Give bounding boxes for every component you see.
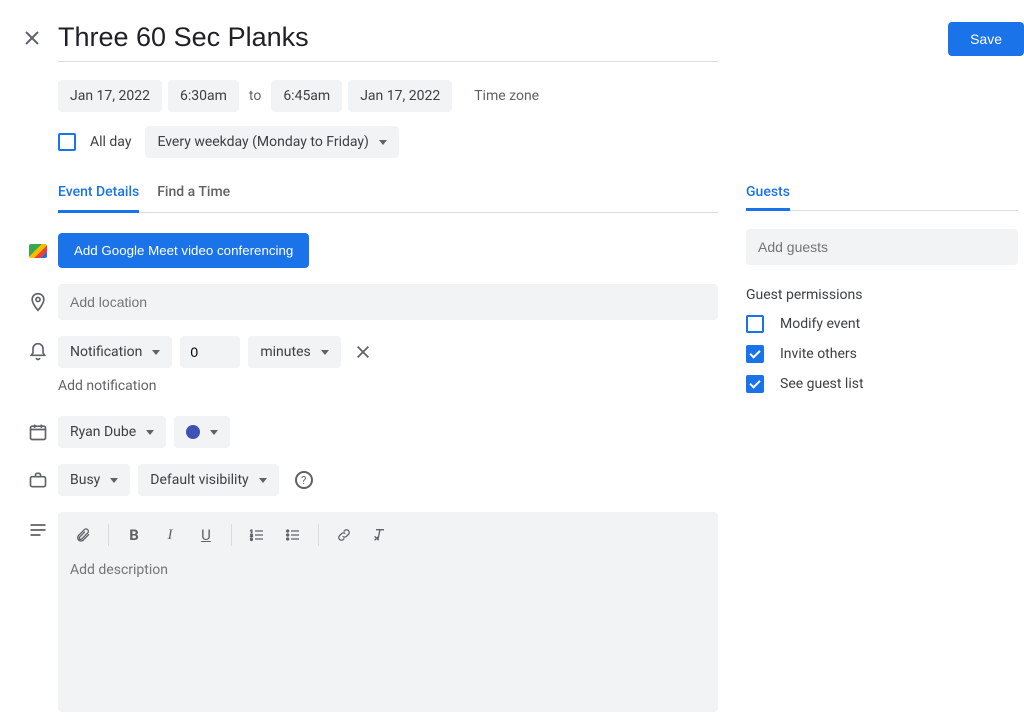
- calendar-owner-value: Ryan Dube: [70, 424, 136, 440]
- availability-dropdown[interactable]: Busy: [58, 464, 130, 496]
- chevron-down-icon: [321, 350, 329, 355]
- meet-icon: [18, 244, 58, 258]
- chevron-down-icon: [146, 430, 154, 435]
- description-textarea[interactable]: [58, 558, 718, 708]
- guest-permissions-title: Guest permissions: [746, 287, 1018, 303]
- modify-event-label: Modify event: [780, 316, 860, 332]
- end-date-value: Jan 17, 2022: [360, 88, 440, 104]
- link-button[interactable]: [327, 518, 361, 552]
- svg-text:3: 3: [250, 536, 252, 541]
- help-icon[interactable]: ?: [295, 471, 313, 489]
- description-container: B I U 123: [58, 512, 718, 712]
- see-guest-list-checkbox[interactable]: [746, 375, 764, 393]
- availability-value: Busy: [70, 472, 100, 488]
- start-date-picker[interactable]: Jan 17, 2022: [58, 80, 162, 112]
- chevron-down-icon: [152, 350, 160, 355]
- invite-others-label: Invite others: [780, 346, 857, 362]
- modify-event-checkbox[interactable]: [746, 315, 764, 333]
- title-divider: [58, 61, 718, 62]
- description-icon: [18, 520, 58, 540]
- recurrence-value: Every weekday (Monday to Friday): [157, 134, 368, 150]
- add-notification-button[interactable]: Add notification: [58, 378, 738, 394]
- location-icon: [18, 292, 58, 312]
- calendar-owner-dropdown[interactable]: Ryan Dube: [58, 416, 166, 448]
- visibility-value: Default visibility: [150, 472, 248, 488]
- clear-formatting-button[interactable]: [363, 518, 397, 552]
- tab-find-a-time[interactable]: Find a Time: [157, 184, 230, 212]
- italic-button[interactable]: I: [153, 518, 187, 552]
- event-title-input[interactable]: [58, 18, 718, 61]
- remove-notification-button[interactable]: [349, 338, 377, 366]
- numbered-list-button[interactable]: 123: [240, 518, 274, 552]
- chevron-down-icon: [110, 478, 118, 483]
- start-time-picker[interactable]: 6:30am: [168, 80, 239, 112]
- toolbar-divider: [231, 524, 232, 546]
- close-icon[interactable]: [18, 24, 46, 52]
- bold-button[interactable]: B: [117, 518, 151, 552]
- notification-type-dropdown[interactable]: Notification: [58, 336, 172, 368]
- chevron-down-icon: [379, 140, 387, 145]
- notification-unit-dropdown[interactable]: minutes: [248, 336, 340, 368]
- event-color-dropdown[interactable]: [174, 416, 230, 448]
- invite-others-checkbox[interactable]: [746, 345, 764, 363]
- end-time-picker[interactable]: 6:45am: [271, 80, 342, 112]
- toolbar-divider: [108, 524, 109, 546]
- notification-value-input[interactable]: [180, 336, 240, 368]
- chevron-down-icon: [210, 430, 218, 435]
- add-meet-button[interactable]: Add Google Meet video conferencing: [58, 233, 309, 268]
- allday-checkbox[interactable]: [58, 133, 76, 151]
- notification-unit-value: minutes: [260, 344, 310, 360]
- chevron-down-icon: [259, 478, 267, 483]
- attach-button[interactable]: [66, 518, 100, 552]
- calendar-icon: [18, 422, 58, 442]
- end-time-value: 6:45am: [283, 88, 330, 104]
- to-label: to: [245, 88, 265, 104]
- allday-label[interactable]: All day: [90, 134, 131, 150]
- underline-button[interactable]: U: [189, 518, 223, 552]
- save-button[interactable]: Save: [948, 22, 1024, 56]
- bulleted-list-button[interactable]: [276, 518, 310, 552]
- guests-header: Guests: [746, 184, 790, 211]
- color-dot-icon: [186, 425, 200, 439]
- visibility-dropdown[interactable]: Default visibility: [138, 464, 278, 496]
- tab-event-details[interactable]: Event Details: [58, 184, 139, 213]
- briefcase-icon: [18, 470, 58, 490]
- bell-icon: [18, 342, 58, 362]
- location-input[interactable]: [58, 284, 718, 320]
- end-date-picker[interactable]: Jan 17, 2022: [348, 80, 452, 112]
- see-guest-list-label: See guest list: [780, 376, 864, 392]
- start-date-value: Jan 17, 2022: [70, 88, 150, 104]
- recurrence-dropdown[interactable]: Every weekday (Monday to Friday): [145, 126, 398, 158]
- notification-type-value: Notification: [70, 344, 142, 360]
- toolbar-divider: [318, 524, 319, 546]
- add-guests-input[interactable]: [746, 229, 1018, 265]
- timezone-button[interactable]: Time zone: [470, 88, 543, 104]
- start-time-value: 6:30am: [180, 88, 227, 104]
